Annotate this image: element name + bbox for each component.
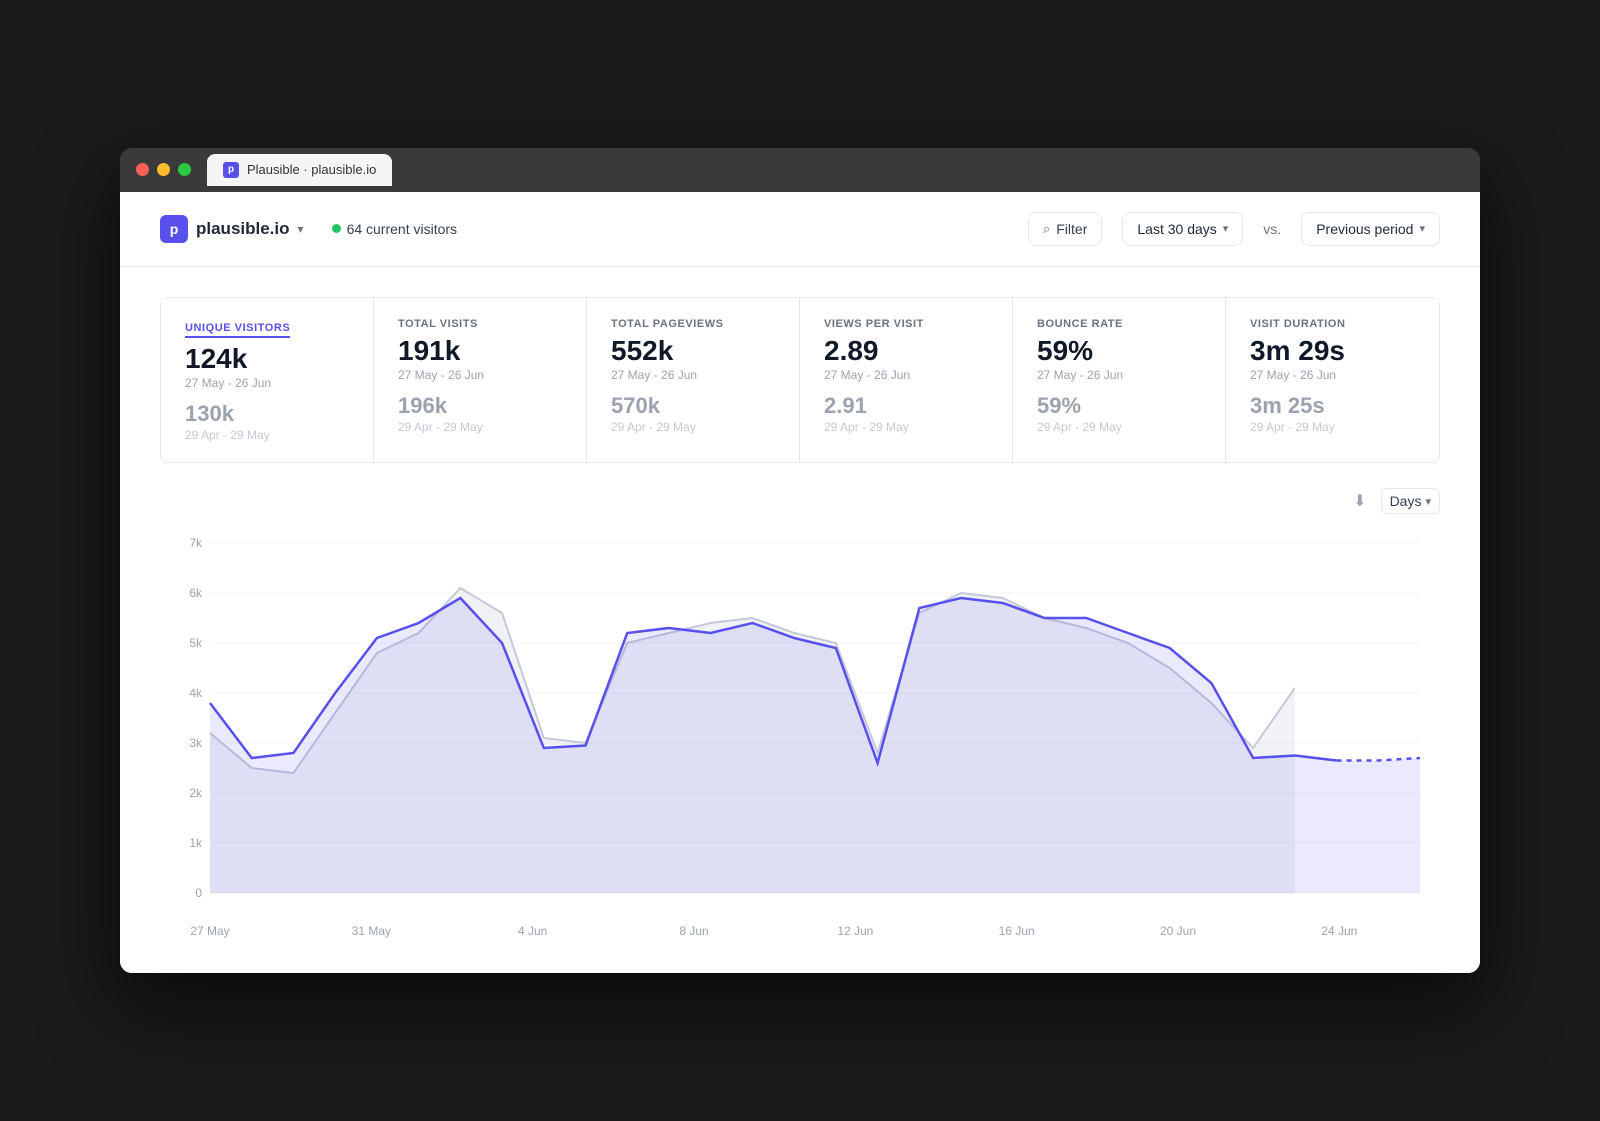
main-content: UNIQUE VISITORS 124k 27 May - 26 Jun 130… — [120, 267, 1480, 974]
stat-card-visit-duration[interactable]: VISIT DURATION 3m 29s 27 May - 26 Jun 3m… — [1226, 298, 1439, 463]
tab-favicon: p — [223, 162, 239, 178]
days-chevron-icon: ▾ — [1425, 495, 1431, 508]
logo-chevron-icon: ▾ — [298, 222, 304, 236]
stat-current-value: 124k — [185, 344, 349, 375]
chevron-down-icon: ▾ — [1223, 222, 1229, 235]
stat-label: UNIQUE VISITORS — [185, 322, 290, 338]
minimize-button[interactable] — [157, 163, 170, 176]
chevron-down-icon-2: ▾ — [1419, 222, 1425, 235]
svg-text:12 Jun: 12 Jun — [837, 924, 873, 938]
stat-label: BOUNCE RATE — [1037, 318, 1201, 330]
stat-label: VIEWS PER VISIT — [824, 318, 988, 330]
svg-text:5k: 5k — [189, 636, 203, 650]
traffic-lights — [136, 163, 191, 176]
filter-label: Filter — [1056, 221, 1087, 237]
stat-current-value: 2.89 — [824, 336, 988, 367]
chart-controls: ⬇ Days ▾ — [160, 487, 1440, 515]
svg-text:8 Jun: 8 Jun — [679, 924, 708, 938]
chart-wrapper: 7k 6k 5k 4k 3k 2k 1k 0 27 May 31 May 4 Jun 8 Jun 12 … — [160, 523, 1440, 943]
svg-text:16 Jun: 16 Jun — [999, 924, 1035, 938]
stat-label: VISIT DURATION — [1250, 318, 1415, 330]
prev-period-label: Previous period — [1316, 221, 1413, 237]
stat-current-value: 191k — [398, 336, 562, 367]
chart-area: ⬇ Days ▾ 7k 6k 5k 4k 3k 2k 1k 0 27 May 31 May 4 Ju… — [160, 487, 1440, 943]
app-header: p plausible.io ▾ 64 current visitors ⌕ F… — [120, 192, 1480, 267]
close-button[interactable] — [136, 163, 149, 176]
stat-prev-value: 570k — [611, 394, 775, 418]
stat-current-date: 27 May - 26 Jun — [1037, 368, 1201, 382]
svg-text:6k: 6k — [189, 586, 203, 600]
days-label: Days — [1390, 493, 1422, 509]
stat-card-total-visits[interactable]: TOTAL VISITS 191k 27 May - 26 Jun 196k 2… — [374, 298, 587, 463]
svg-text:31 May: 31 May — [352, 924, 391, 938]
stat-card-total-pageviews[interactable]: TOTAL PAGEVIEWS 552k 27 May - 26 Jun 570… — [587, 298, 800, 463]
vs-label: vs. — [1263, 221, 1281, 237]
main-chart: 7k 6k 5k 4k 3k 2k 1k 0 27 May 31 May 4 Jun 8 Jun 12 … — [160, 523, 1440, 943]
live-dot-icon — [332, 224, 341, 233]
browser-titlebar: p Plausible · plausible.io — [120, 148, 1480, 192]
svg-text:4 Jun: 4 Jun — [518, 924, 547, 938]
stat-prev-value: 2.91 — [824, 394, 988, 418]
browser-tab[interactable]: p Plausible · plausible.io — [207, 154, 392, 186]
svg-text:2k: 2k — [189, 786, 203, 800]
stat-prev-date: 29 Apr - 29 May — [611, 420, 775, 434]
stat-prev-value: 196k — [398, 394, 562, 418]
svg-text:20 Jun: 20 Jun — [1160, 924, 1196, 938]
stat-prev-date: 29 Apr - 29 May — [185, 428, 349, 442]
browser-window: p Plausible · plausible.io p plausible.i… — [120, 148, 1480, 974]
stat-label: TOTAL VISITS — [398, 318, 562, 330]
filter-button[interactable]: ⌕ Filter — [1028, 212, 1102, 246]
svg-text:0: 0 — [195, 886, 202, 900]
stat-card-views-per-visit[interactable]: VIEWS PER VISIT 2.89 27 May - 26 Jun 2.9… — [800, 298, 1013, 463]
stat-current-date: 27 May - 26 Jun — [398, 368, 562, 382]
stat-prev-date: 29 Apr - 29 May — [824, 420, 988, 434]
stat-prev-value: 3m 25s — [1250, 394, 1415, 418]
period-select[interactable]: Last 30 days ▾ — [1122, 212, 1243, 246]
stat-current-value: 59% — [1037, 336, 1201, 367]
svg-text:27 May: 27 May — [190, 924, 229, 938]
stat-current-date: 27 May - 26 Jun — [1250, 368, 1415, 382]
stat-prev-date: 29 Apr - 29 May — [1037, 420, 1201, 434]
stat-current-date: 27 May - 26 Jun — [185, 376, 349, 390]
svg-text:3k: 3k — [189, 736, 203, 750]
logo-text: plausible.io — [196, 219, 290, 239]
stat-prev-date: 29 Apr - 29 May — [398, 420, 562, 434]
stat-current-value: 552k — [611, 336, 775, 367]
maximize-button[interactable] — [178, 163, 191, 176]
logo-icon: p — [160, 215, 188, 243]
current-visitors-label: 64 current visitors — [347, 221, 457, 237]
browser-content: p plausible.io ▾ 64 current visitors ⌕ F… — [120, 192, 1480, 974]
previous-period-select[interactable]: Previous period ▾ — [1301, 212, 1440, 246]
stat-current-value: 3m 29s — [1250, 336, 1415, 367]
stat-current-date: 27 May - 26 Jun — [824, 368, 988, 382]
svg-text:1k: 1k — [189, 836, 203, 850]
stat-label: TOTAL PAGEVIEWS — [611, 318, 775, 330]
period-label: Last 30 days — [1137, 221, 1216, 237]
stat-card-bounce-rate[interactable]: BOUNCE RATE 59% 27 May - 26 Jun 59% 29 A… — [1013, 298, 1226, 463]
svg-text:24 Jun: 24 Jun — [1321, 924, 1357, 938]
current-visitors: 64 current visitors — [332, 221, 457, 237]
stat-prev-value: 130k — [185, 402, 349, 426]
download-button[interactable]: ⬇ — [1349, 487, 1370, 515]
stat-prev-value: 59% — [1037, 394, 1201, 418]
logo-area[interactable]: p plausible.io ▾ — [160, 215, 304, 243]
stats-grid: UNIQUE VISITORS 124k 27 May - 26 Jun 130… — [160, 297, 1440, 464]
stat-prev-date: 29 Apr - 29 May — [1250, 420, 1415, 434]
svg-text:4k: 4k — [189, 686, 203, 700]
stat-current-date: 27 May - 26 Jun — [611, 368, 775, 382]
svg-text:7k: 7k — [189, 536, 203, 550]
days-select[interactable]: Days ▾ — [1381, 488, 1440, 514]
tab-title: Plausible · plausible.io — [247, 162, 376, 177]
stat-card-unique-visitors[interactable]: UNIQUE VISITORS 124k 27 May - 26 Jun 130… — [161, 298, 374, 463]
search-icon: ⌕ — [1043, 221, 1050, 237]
